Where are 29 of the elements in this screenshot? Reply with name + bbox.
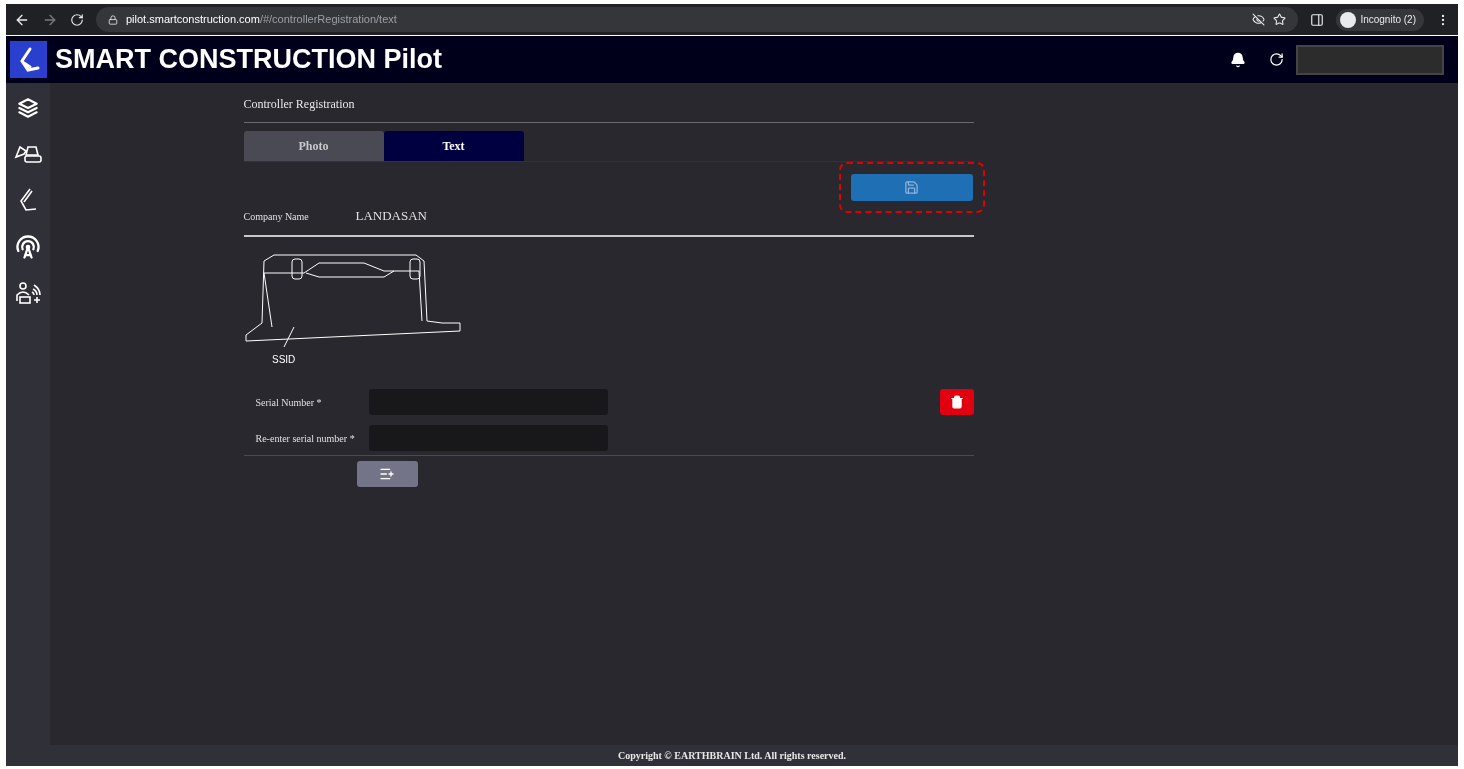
tab[interactable]: Text: [383, 131, 524, 161]
url-text: pilot.smartconstruction.com/#/controllerRegistration/text: [126, 12, 397, 28]
layers-icon[interactable]: [15, 95, 41, 121]
profile-chip[interactable]: Incognito (2): [1336, 8, 1424, 31]
app-title: SMART CONSTRUCTION Pilot: [55, 43, 442, 77]
page-title: Controller Registration: [243, 96, 356, 111]
header-search-field[interactable]: [1296, 44, 1444, 75]
user-signal-icon[interactable]: [14, 281, 42, 307]
company-label: Company Name: [243, 209, 310, 224]
refresh-icon[interactable]: [1269, 52, 1284, 67]
field-label: Serial Number *: [254, 395, 323, 410]
save-icon: [904, 180, 919, 195]
lock-icon: [108, 14, 118, 25]
tab[interactable]: Photo: [243, 131, 384, 161]
eye-off-icon[interactable]: [1252, 13, 1266, 26]
star-icon[interactable]: [1273, 13, 1287, 26]
notification-bell-icon[interactable]: [1230, 51, 1246, 68]
logo-icon: [10, 41, 47, 78]
add-row-button[interactable]: [356, 461, 418, 487]
side-panel-icon[interactable]: [1310, 12, 1325, 27]
list-add-icon: [379, 466, 395, 482]
company-value: LANDASAN: [355, 207, 427, 226]
copyright-text: Copyright © EARTHBRAIN Ltd. All rights reserved.: [617, 749, 847, 763]
delete-button[interactable]: [939, 389, 974, 415]
trash-icon: [949, 395, 964, 409]
address-bar[interactable]: pilot.smartconstruction.com/#/controllerRegistration/text: [96, 7, 1299, 32]
antenna-tower-icon[interactable]: [14, 233, 42, 261]
field-label: Re-enter serial number *: [254, 431, 356, 446]
reload-icon[interactable]: [70, 12, 84, 27]
